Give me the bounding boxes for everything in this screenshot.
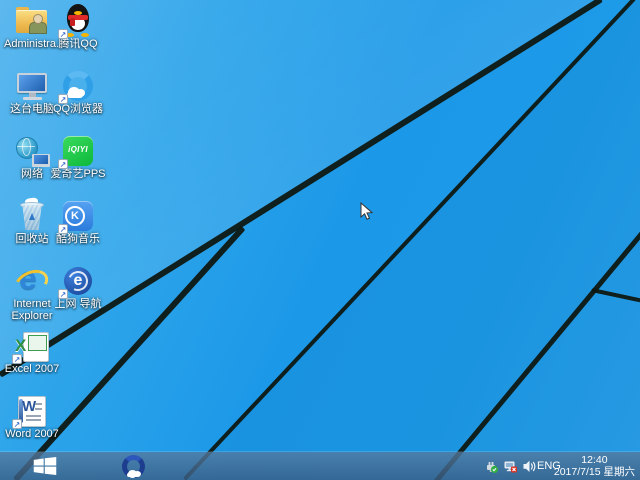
start-button[interactable]	[33, 457, 59, 475]
shortcut-arrow-icon	[58, 289, 68, 299]
icon-label: Word 2007	[4, 429, 60, 441]
desktop-icon-kugou-music[interactable]: K 酷狗音乐	[50, 201, 106, 246]
desktop-icon-qq-browser[interactable]: QQ浏览器	[50, 71, 106, 116]
kugou-icon: K	[60, 201, 96, 232]
computer-icon	[14, 71, 50, 102]
taskbar-clock[interactable]: 12:40 2017/7/15 星期六	[554, 454, 635, 478]
shortcut-arrow-icon	[12, 354, 22, 364]
shortcut-arrow-icon	[58, 159, 68, 169]
desktop: Administra... 这台电脑 网络 回收站 e Internet Exp…	[0, 0, 640, 480]
qq-penguin-icon	[60, 4, 96, 37]
qq-browser-taskbar-button[interactable]	[122, 455, 145, 478]
mouse-cursor	[360, 202, 374, 227]
volume-icon[interactable]	[522, 459, 537, 474]
shortcut-arrow-icon	[12, 419, 22, 429]
icon-label: 上网 导航	[50, 299, 106, 311]
clock-time: 12:40	[554, 454, 635, 466]
desktop-icon-iqiyi-pps[interactable]: iQIYI 爱奇艺PPS	[50, 136, 106, 181]
icon-label: QQ浏览器	[50, 104, 106, 116]
icon-label: 爱奇艺PPS	[50, 169, 106, 181]
desktop-icon-word-2007[interactable]: W Word 2007	[4, 396, 60, 441]
network-disconnected-icon[interactable]	[503, 459, 518, 474]
iqiyi-icon: iQIYI	[60, 136, 96, 167]
desktop-icon-tencent-qq[interactable]: 腾讯QQ	[50, 4, 106, 51]
icon-label: 腾讯QQ	[50, 39, 106, 51]
taskbar: ENG 12:40 2017/7/15 星期六	[0, 452, 640, 480]
shortcut-arrow-icon	[58, 29, 68, 39]
clock-date: 2017/7/15 星期六	[554, 466, 635, 478]
usb-safely-remove-icon[interactable]	[484, 459, 499, 474]
icon-label: 酷狗音乐	[50, 234, 106, 246]
network-globe-icon	[14, 136, 50, 167]
internet-explorer-icon: e	[14, 266, 50, 297]
cloud-icon	[127, 473, 139, 477]
recycle-bin-icon	[14, 201, 50, 232]
desktop-icon-excel-2007[interactable]: X Excel 2007	[4, 331, 60, 376]
excel-icon: X	[14, 331, 50, 362]
qq-browser-icon	[60, 71, 96, 102]
shortcut-arrow-icon	[58, 224, 68, 234]
web-navigation-icon: e	[60, 266, 96, 297]
icon-label: Excel 2007	[4, 364, 60, 376]
windows-logo-icon	[33, 457, 57, 475]
desktop-icon-web-navigation[interactable]: e 上网 导航	[50, 266, 106, 311]
word-icon: W	[14, 396, 50, 427]
shortcut-arrow-icon	[58, 94, 68, 104]
folder-user-icon	[14, 6, 50, 37]
